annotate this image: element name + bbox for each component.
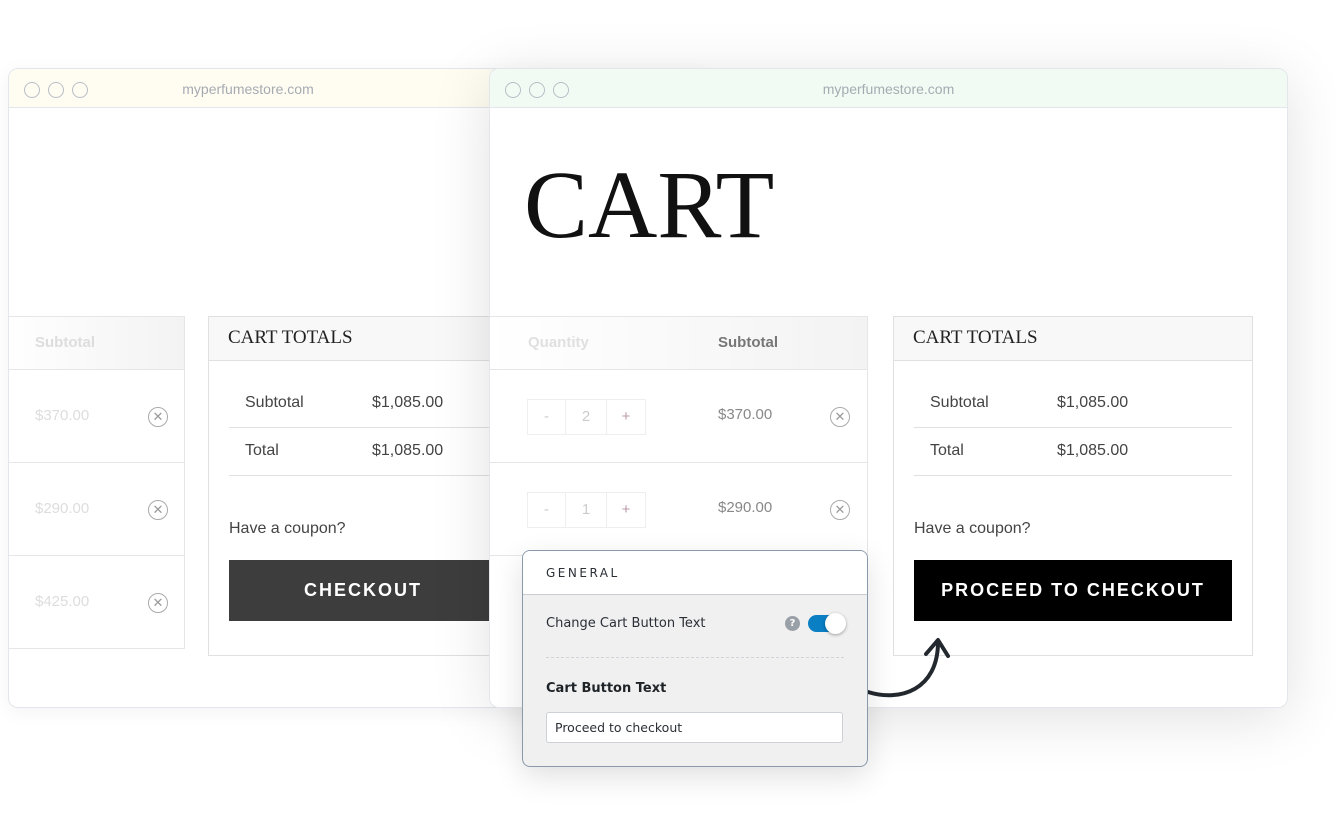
increase-button[interactable]: + bbox=[607, 400, 645, 434]
page-title: CART bbox=[524, 151, 775, 258]
coupon-link[interactable]: Have a coupon? bbox=[229, 520, 346, 538]
help-icon[interactable]: ? bbox=[785, 616, 800, 631]
table-row: -2 + $370.00 ✕ bbox=[490, 370, 867, 463]
cart-totals-title: CART TOTALS bbox=[894, 317, 1252, 361]
table-row: $370.00 ✕ bbox=[9, 370, 184, 463]
quantity-stepper[interactable]: -1 + bbox=[527, 492, 646, 528]
quantity-value[interactable]: 1 bbox=[566, 493, 607, 527]
section-title: GENERAL bbox=[523, 551, 867, 595]
url-text: myperfumestore.com bbox=[822, 81, 955, 97]
table-row: -1 + $290.00 ✕ bbox=[490, 463, 867, 556]
remove-item-icon[interactable]: ✕ bbox=[830, 407, 850, 427]
remove-item-icon[interactable]: ✕ bbox=[148, 407, 168, 427]
subtotal-header: Subtotal bbox=[35, 334, 95, 351]
cart-table: Subtotal $370.00 ✕ $290.00 ✕ $425.00 ✕ bbox=[9, 316, 185, 649]
remove-item-icon[interactable]: ✕ bbox=[148, 593, 168, 613]
remove-item-icon[interactable]: ✕ bbox=[830, 500, 850, 520]
quantity-header: Quantity bbox=[528, 334, 589, 351]
decrease-button[interactable]: - bbox=[528, 493, 566, 527]
remove-item-icon[interactable]: ✕ bbox=[148, 500, 168, 520]
arrow-icon bbox=[866, 638, 950, 698]
divider bbox=[546, 657, 844, 658]
subtotal-header: Subtotal bbox=[718, 334, 778, 351]
quantity-value[interactable]: 2 bbox=[566, 400, 607, 434]
increase-button[interactable]: + bbox=[607, 493, 645, 527]
coupon-link[interactable]: Have a coupon? bbox=[914, 520, 1031, 538]
browser-bar: myperfumestore.com bbox=[490, 69, 1287, 108]
decrease-button[interactable]: - bbox=[528, 400, 566, 434]
cart-totals: CART TOTALS Subtotal $1,085.00 Total $1,08… bbox=[893, 316, 1253, 656]
change-cart-button-text-toggle[interactable] bbox=[808, 613, 846, 634]
cart-button-text-input[interactable] bbox=[546, 712, 843, 743]
proceed-to-checkout-button[interactable]: PROCEED TO CHECKOUT bbox=[914, 560, 1232, 621]
toggle-label: Change Cart Button Text bbox=[546, 616, 706, 631]
settings-panel: GENERAL Change Cart Button Text ? Cart B… bbox=[522, 550, 868, 767]
table-row: $290.00 ✕ bbox=[9, 463, 184, 556]
quantity-stepper[interactable]: -2 + bbox=[527, 399, 646, 435]
url-text: myperfumestore.com bbox=[182, 81, 314, 97]
field-label: Cart Button Text bbox=[546, 681, 667, 696]
table-row: $425.00 ✕ bbox=[9, 556, 184, 649]
